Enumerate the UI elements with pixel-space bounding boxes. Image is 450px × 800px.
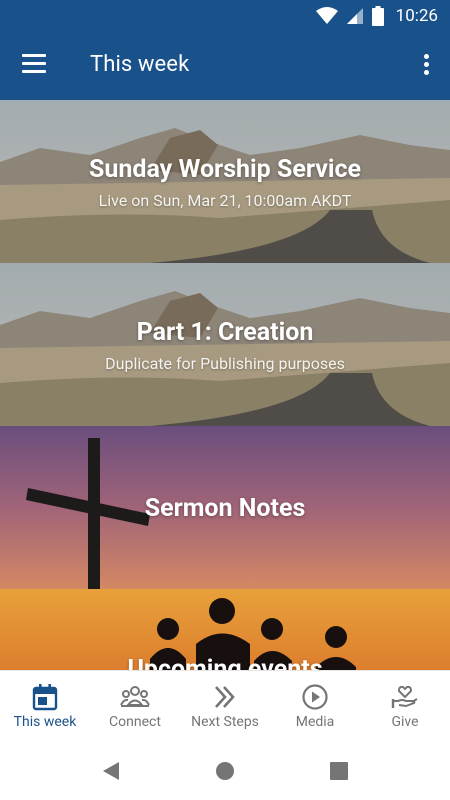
status-time: 10:26 xyxy=(395,6,438,26)
card-part-1-creation[interactable]: Part 1: Creation Duplicate for Publishin… xyxy=(0,263,450,426)
heart-hand-icon xyxy=(391,685,418,708)
nav-label: Next Steps xyxy=(191,714,259,730)
nav-item-media[interactable]: Media xyxy=(270,671,360,742)
recents-icon[interactable] xyxy=(329,760,349,782)
card-title: Part 1: Creation xyxy=(136,318,314,347)
card-title: Sunday Worship Service xyxy=(88,155,362,184)
play-circle-icon xyxy=(302,684,328,710)
double-chevron-icon xyxy=(215,686,235,708)
back-icon[interactable] xyxy=(101,760,121,782)
page-title: This week xyxy=(90,52,190,77)
card-subtitle: Live on Sun, Mar 21, 10:00am AKDT xyxy=(98,191,352,210)
battery-icon xyxy=(371,6,384,26)
nav-item-this-week[interactable]: This week xyxy=(0,671,90,742)
nav-label: Media xyxy=(295,714,335,730)
status-icons: 10:26 xyxy=(315,5,438,27)
nav-label: This week xyxy=(13,714,77,730)
calendar-icon xyxy=(32,684,58,711)
card-title: Sermon Notes xyxy=(144,494,306,523)
people-icon xyxy=(120,686,150,707)
card-sunday-worship-service[interactable]: Sunday Worship Service Live on Sun, Mar … xyxy=(0,100,450,263)
card-subtitle: Duplicate for Publishing purposes xyxy=(105,354,345,373)
nav-item-next-steps[interactable]: Next Steps xyxy=(180,671,270,742)
content-list: Sunday Worship Service Live on Sun, Mar … xyxy=(0,100,450,670)
nav-item-connect[interactable]: Connect xyxy=(90,671,180,742)
more-options-icon[interactable] xyxy=(422,54,430,80)
app-bar: This week xyxy=(0,32,450,100)
wifi-icon xyxy=(315,7,338,24)
card-sermon-notes[interactable]: Sermon Notes xyxy=(0,426,450,589)
nav-item-give[interactable]: Give xyxy=(360,671,450,742)
nav-label: Connect xyxy=(109,714,161,730)
bottom-navigation: This week Connect Next Steps Media Give xyxy=(0,670,450,742)
home-icon[interactable] xyxy=(215,760,235,782)
card-title: Upcoming events xyxy=(127,655,323,670)
system-navigation-bar xyxy=(0,742,450,800)
card-upcoming-events[interactable]: Upcoming events xyxy=(0,589,450,670)
cellular-signal-icon xyxy=(346,8,363,24)
menu-icon[interactable] xyxy=(22,54,48,76)
nav-label: Give xyxy=(391,714,419,730)
status-bar: 10:26 xyxy=(0,0,450,32)
